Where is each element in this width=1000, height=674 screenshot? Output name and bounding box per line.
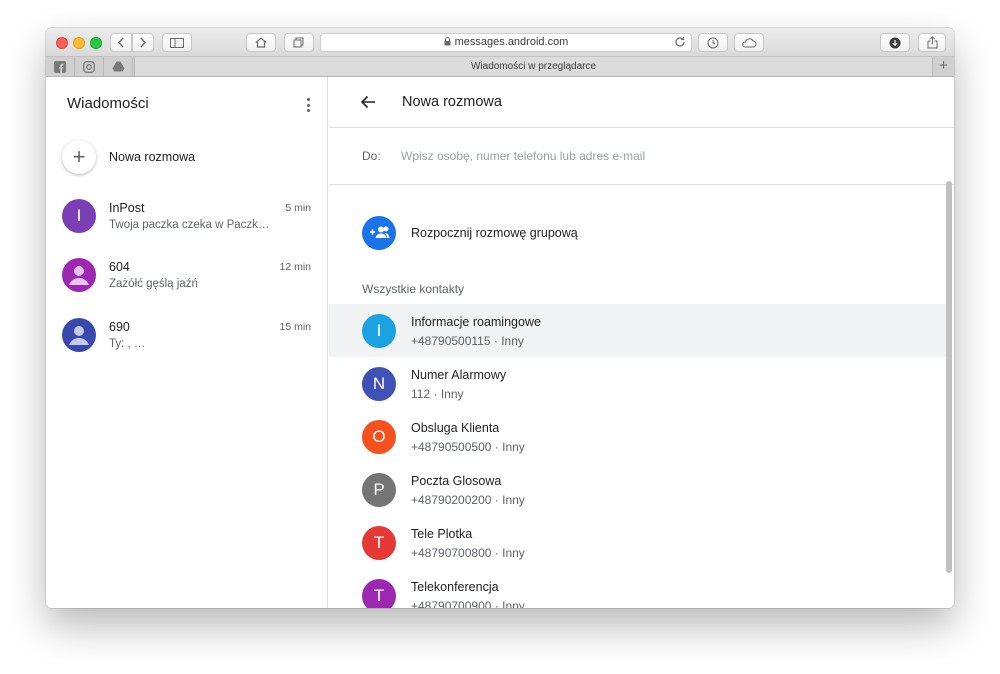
home-button[interactable] bbox=[246, 33, 276, 52]
conversation-name: 690 bbox=[109, 320, 130, 334]
zoom-window-button[interactable] bbox=[90, 37, 102, 49]
sidebar-toggle-button[interactable] bbox=[162, 33, 192, 52]
sidebar-title: Wiadomości bbox=[67, 95, 149, 112]
browser-window: messages.android.com Wiadomości w przegl… bbox=[46, 28, 954, 608]
active-tab[interactable]: Wiadomości w przeglądarce bbox=[134, 57, 932, 76]
new-conversation-panel: Nowa rozmowa Do: Rozpocznij rozmowę grup bbox=[329, 77, 954, 608]
conversation-snippet: Ty: , … bbox=[109, 338, 146, 350]
conversation-time: 12 min bbox=[279, 261, 311, 273]
cloud-icon bbox=[742, 37, 757, 47]
share-button[interactable] bbox=[918, 33, 946, 52]
conversation-item[interactable]: 690 15 min Ty: , … bbox=[46, 318, 328, 374]
contact-number: +48790200200 · Inny bbox=[411, 493, 525, 507]
avatar: P bbox=[362, 473, 396, 507]
person-avatar-icon bbox=[62, 258, 96, 292]
contact-number: 112 · Inny bbox=[411, 387, 464, 401]
new-conversation-label: Nowa rozmowa bbox=[109, 150, 196, 164]
conversation-name: 604 bbox=[109, 260, 130, 274]
icloud-button[interactable] bbox=[734, 33, 764, 52]
conversation-item[interactable]: I InPost 5 min Twoja paczka czeka w Pacz… bbox=[46, 199, 328, 255]
back-arrow-icon[interactable] bbox=[360, 94, 376, 110]
facebook-icon bbox=[54, 60, 66, 73]
conversation-snippet: Twoja paczka czeka w Paczk… bbox=[109, 219, 270, 231]
contacts-section-title: Wszystkie kontakty bbox=[362, 282, 465, 296]
back-icon bbox=[118, 37, 124, 48]
recipient-input[interactable] bbox=[401, 145, 901, 167]
history-button[interactable] bbox=[698, 33, 728, 52]
contact-name: Tele Plotka bbox=[411, 527, 473, 541]
contact-row[interactable]: I Informacje roamingowe +48790500115 · I… bbox=[329, 304, 948, 357]
new-tab-button[interactable]: + bbox=[932, 57, 954, 76]
avatar: O bbox=[362, 420, 396, 454]
new-conversation-button[interactable]: + Nowa rozmowa bbox=[62, 140, 195, 174]
share-icon bbox=[927, 36, 937, 49]
contact-row[interactable]: N Numer Alarmowy 112 · Inny bbox=[329, 357, 948, 410]
contact-row[interactable]: T Tele Plotka +48790700800 · Inny bbox=[329, 516, 948, 569]
group-conversation-label: Rozpocznij rozmowę grupową bbox=[411, 226, 578, 240]
instagram-icon bbox=[83, 60, 95, 73]
conversation-time: 5 min bbox=[285, 202, 311, 214]
contact-name: Telekonferencja bbox=[411, 580, 499, 594]
minimize-window-button[interactable] bbox=[73, 37, 85, 49]
contact-row[interactable]: O Obsluga Klienta +48790500500 · Inny bbox=[329, 410, 948, 463]
conversation-item[interactable]: 604 12 min Zażółć gęślą jaźń bbox=[46, 258, 328, 314]
address-bar[interactable]: messages.android.com bbox=[320, 33, 692, 52]
scrollbar[interactable] bbox=[946, 181, 952, 573]
tab-overview-button[interactable] bbox=[284, 33, 314, 52]
avatar: T bbox=[362, 526, 396, 560]
conversation-snippet: Zażółć gęślą jaźń bbox=[109, 278, 198, 290]
contact-name: Informacje roamingowe bbox=[411, 315, 541, 329]
url-text: messages.android.com bbox=[454, 36, 569, 48]
contact-row[interactable]: P Poczta Glosowa +48790200200 · Inny bbox=[329, 463, 948, 516]
conversation-time: 15 min bbox=[279, 321, 311, 333]
pinned-tab-facebook[interactable] bbox=[46, 57, 75, 76]
more-options-icon[interactable] bbox=[302, 97, 314, 113]
reload-icon[interactable] bbox=[674, 36, 686, 48]
home-icon bbox=[255, 37, 267, 48]
forward-button[interactable] bbox=[132, 33, 154, 52]
person-avatar-icon bbox=[62, 318, 96, 352]
avatar: I bbox=[362, 314, 396, 348]
downloads-button[interactable] bbox=[880, 33, 910, 52]
contact-number: +48790500115 · Inny bbox=[411, 334, 524, 348]
page-content: Wiadomości + Nowa rozmowa I InPost 5 min… bbox=[46, 77, 954, 608]
panel-header: Nowa rozmowa bbox=[329, 77, 954, 128]
avatar: N bbox=[362, 367, 396, 401]
contact-name: Obsluga Klienta bbox=[411, 421, 500, 435]
back-button[interactable] bbox=[110, 33, 132, 52]
avatar: I bbox=[62, 199, 96, 233]
contact-row[interactable]: T Telekonferencja +48790700900 · Inny bbox=[329, 569, 948, 608]
pinned-tab-instagram[interactable] bbox=[75, 57, 104, 76]
plus-icon: + bbox=[62, 140, 96, 174]
forward-icon bbox=[140, 37, 146, 48]
tab-strip: Wiadomości w przeglądarce + bbox=[46, 57, 954, 77]
group-add-icon bbox=[362, 216, 396, 250]
to-label: Do: bbox=[362, 149, 381, 163]
contact-name: Poczta Glosowa bbox=[411, 474, 502, 488]
contact-number: +48790500500 · Inny bbox=[411, 440, 525, 454]
sidebar-icon bbox=[170, 37, 184, 48]
conversation-sidebar: Wiadomości + Nowa rozmowa I InPost 5 min… bbox=[46, 77, 328, 608]
browser-toolbar: messages.android.com bbox=[46, 28, 954, 57]
start-group-conversation[interactable]: Rozpocznij rozmowę grupową bbox=[329, 211, 949, 255]
lock-icon bbox=[444, 37, 451, 46]
pinned-tab-drive[interactable] bbox=[104, 57, 133, 76]
close-window-button[interactable] bbox=[56, 37, 68, 49]
contact-number: +48790700900 · Inny bbox=[411, 599, 525, 608]
contact-number: +48790700800 · Inny bbox=[411, 546, 525, 560]
page-title: Nowa rozmowa bbox=[402, 94, 502, 110]
history-icon bbox=[707, 37, 719, 48]
recipient-row: Do: bbox=[329, 129, 954, 185]
tabs-icon bbox=[293, 37, 304, 48]
download-icon bbox=[889, 37, 901, 48]
conversation-name: InPost bbox=[109, 201, 145, 215]
drive-icon bbox=[112, 61, 124, 72]
avatar: T bbox=[362, 579, 396, 608]
contact-name: Numer Alarmowy bbox=[411, 368, 507, 382]
